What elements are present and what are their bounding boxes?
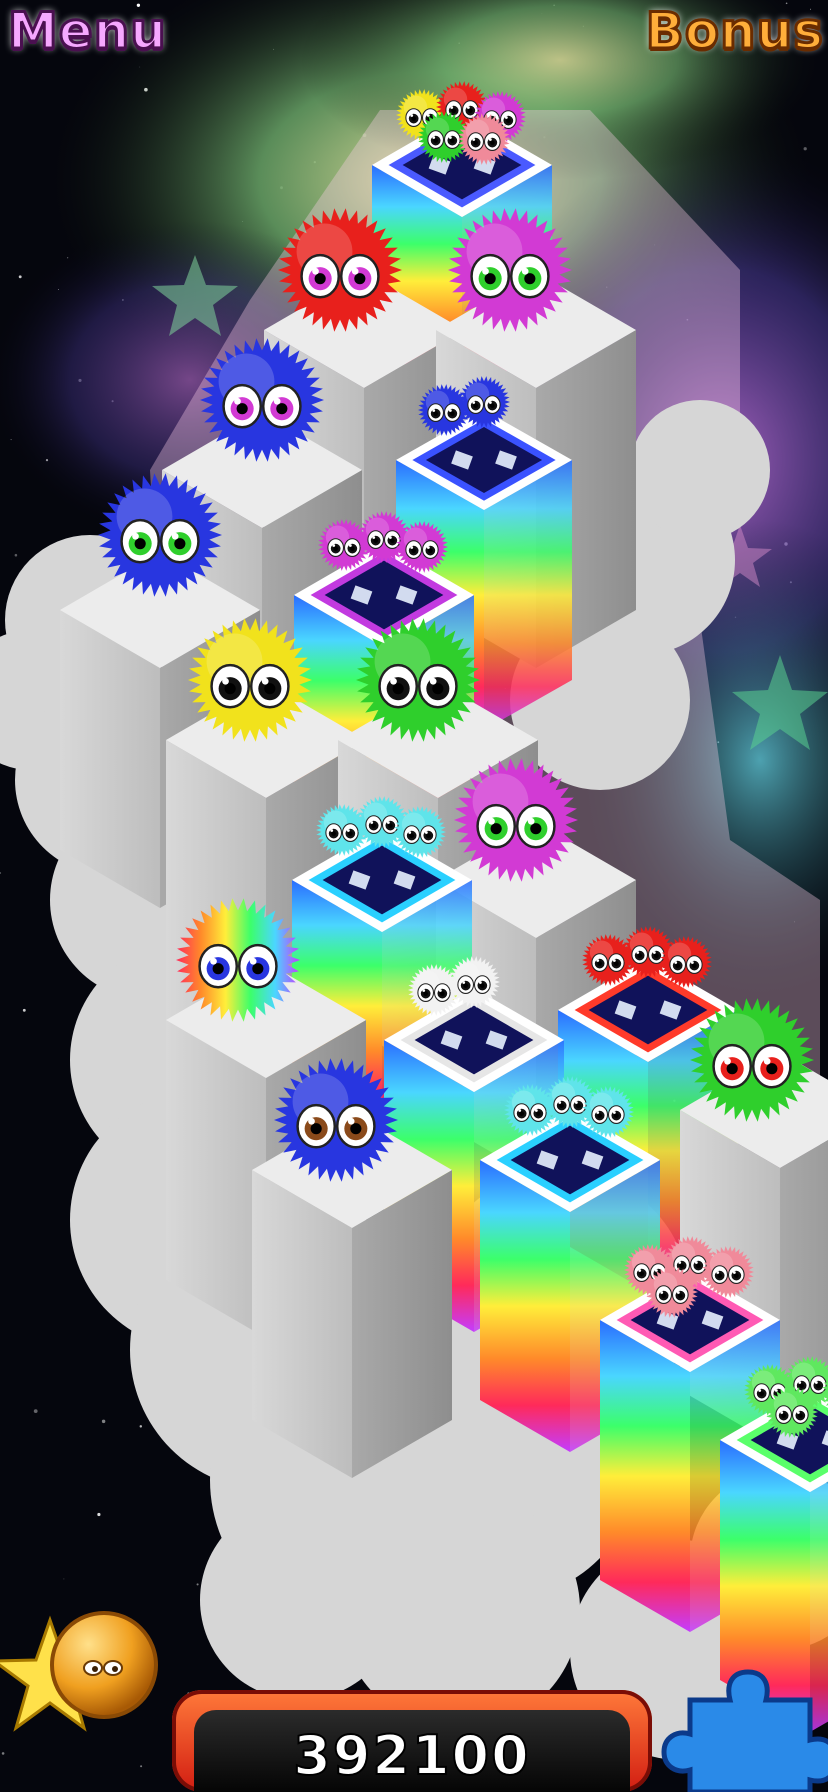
menu-button[interactable]: Menu [7,1,168,62]
score-value: 392100 [292,1723,531,1788]
score-display: 392100 [194,1710,630,1792]
score-panel: 392100 [172,1690,652,1792]
bonus-button[interactable]: Bonus [644,1,824,62]
game-scene [0,0,828,1792]
